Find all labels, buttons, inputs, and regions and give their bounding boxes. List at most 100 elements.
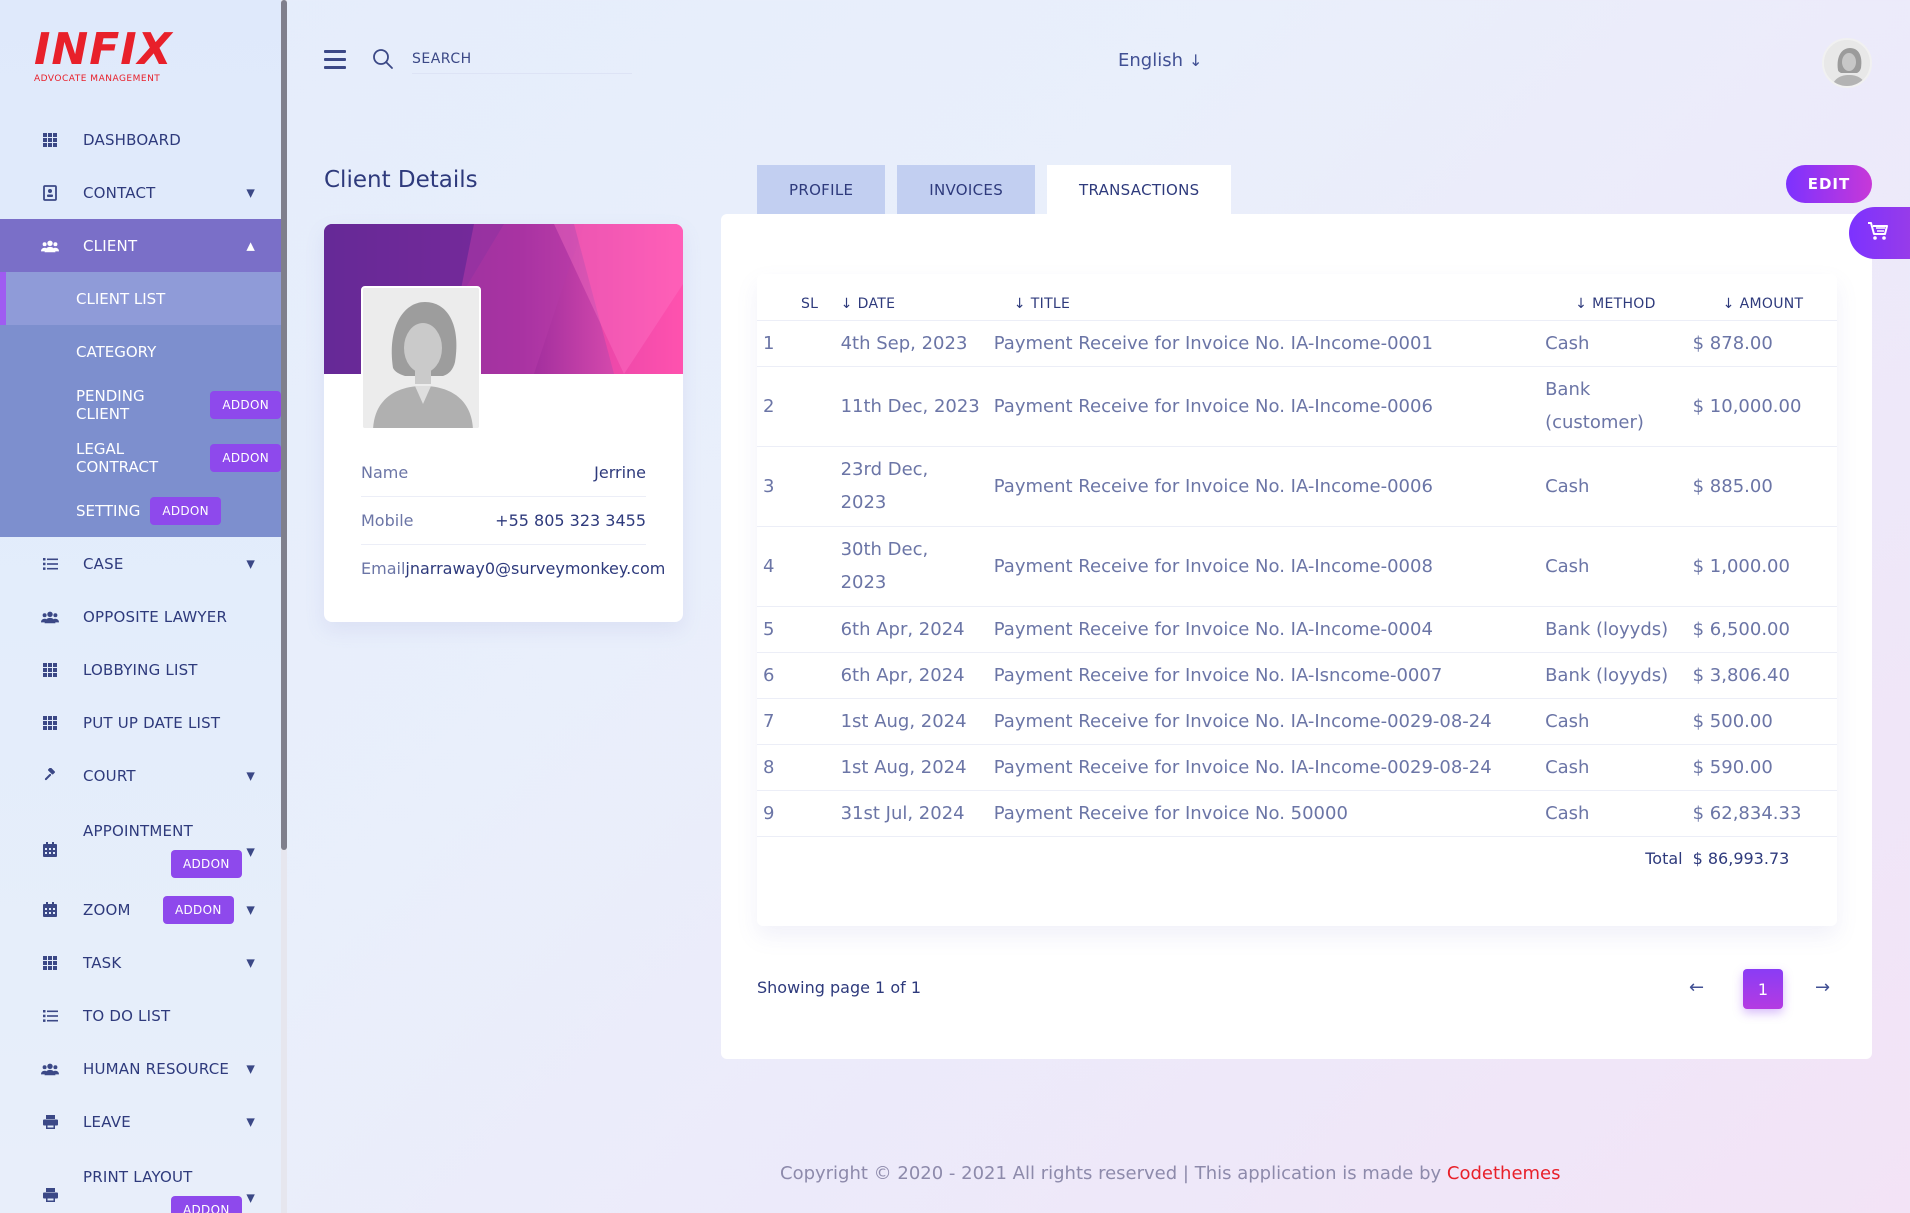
- client-email-row: Email jnarraway0@surveymonkey.com: [361, 544, 665, 592]
- chevron-down-icon: ▼: [246, 769, 255, 782]
- column-header-method[interactable]: ↓ METHOD: [1545, 274, 1693, 321]
- cell-date: 6th Apr, 2024: [840, 606, 980, 653]
- column-header-date[interactable]: ↓ DATE: [840, 274, 980, 321]
- addon-badge: ADDON: [171, 1196, 242, 1213]
- sidebar-item-client[interactable]: CLIENT ▲: [0, 219, 281, 272]
- sidebar-item-to-do-list[interactable]: TO DO LIST: [0, 989, 281, 1042]
- cart-button[interactable]: [1849, 207, 1910, 259]
- edit-button[interactable]: EDIT: [1786, 165, 1872, 203]
- cell-amount: $ 500.00: [1692, 698, 1837, 745]
- sidebar-item-lobbying-list[interactable]: LOBBYING LIST: [0, 643, 281, 696]
- logo-text: INFIX: [34, 24, 173, 75]
- addon-badge: ADDON: [210, 390, 281, 419]
- sidebar-item-label: ZOOM: [83, 900, 131, 919]
- sidebar-item-label: APPOINTMENT: [83, 822, 193, 840]
- column-header-label: TITLE: [1030, 295, 1071, 312]
- submenu-item-category[interactable]: CATEGORY: [0, 325, 281, 378]
- app-logo[interactable]: INFIX ADVOCATE MANAGEMENT: [34, 24, 173, 85]
- search-input[interactable]: [412, 44, 632, 74]
- table-row: 7 1st Aug, 2024 Payment Receive for Invo…: [757, 698, 1837, 745]
- sidebar-item-opposite-lawyer[interactable]: OPPOSITE LAWYER: [0, 590, 281, 643]
- sidebar-item-appointment[interactable]: APPOINTMENT ADDON ▼: [0, 802, 281, 883]
- submenu-item-label: PENDING CLIENT: [76, 386, 145, 423]
- tab-transactions[interactable]: TRANSACTIONS: [1047, 165, 1232, 215]
- column-header-title[interactable]: ↓ TITLE: [979, 274, 1546, 321]
- cell-sl: 1: [757, 320, 841, 367]
- sidebar-item-human-resource[interactable]: HUMAN RESOURCE ▼: [0, 1042, 281, 1095]
- sidebar-item-label: OPPOSITE LAWYER: [83, 607, 228, 626]
- transactions-table: SL ↓ DATE ↓ TITLE ↓ METHOD ↓ AMOUNT 1 4th Se…: [757, 274, 1837, 880]
- sidebar-item-label: PRINT LAYOUT: [83, 1168, 193, 1186]
- cell-sl: 2: [757, 366, 841, 447]
- total-amount: $ 86,993.73: [1692, 848, 1790, 868]
- cell-title: Payment Receive for Invoice No. IA-Incom…: [979, 446, 1546, 527]
- calendar-icon: [41, 840, 59, 858]
- submenu-item-client-list[interactable]: CLIENT LIST: [0, 272, 281, 325]
- search-icon[interactable]: [372, 48, 394, 74]
- table-row: 6 6th Apr, 2024 Payment Receive for Invo…: [757, 652, 1837, 699]
- sidebar-item-task[interactable]: TASK ▼: [0, 936, 281, 989]
- column-header-amount[interactable]: ↓ AMOUNT: [1692, 274, 1837, 321]
- transactions-table-card: SL ↓ DATE ↓ TITLE ↓ METHOD ↓ AMOUNT 1 4th Se…: [757, 274, 1837, 926]
- logo-tagline: ADVOCATE MANAGEMENT: [34, 74, 161, 84]
- menu-toggle-icon[interactable]: [324, 50, 346, 74]
- cell-amount: $ 590.00: [1692, 744, 1837, 791]
- cart-icon: [1867, 221, 1889, 245]
- cell-method: Bank (customer): [1545, 366, 1693, 447]
- footer-brand-link[interactable]: Codethemes: [1447, 1163, 1561, 1184]
- submenu-item-setting[interactable]: SETTING ADDON: [0, 484, 281, 537]
- user-avatar[interactable]: [1822, 38, 1872, 88]
- submenu-item-label: CATEGORY: [76, 342, 157, 361]
- chevron-down-icon: ▼: [246, 1115, 255, 1128]
- sidebar-item-put-up-date-list[interactable]: PUT UP DATE LIST: [0, 696, 281, 749]
- cell-amount: $ 1,000.00: [1692, 526, 1837, 607]
- cell-amount: $ 6,500.00: [1692, 606, 1837, 653]
- language-selector[interactable]: English ↓: [1118, 50, 1202, 71]
- sidebar-item-label: COURT: [83, 766, 136, 785]
- cell-amount: $ 885.00: [1692, 446, 1837, 527]
- sidebar-item-dashboard[interactable]: DASHBOARD: [0, 113, 281, 166]
- tab-profile[interactable]: PROFILE: [757, 165, 886, 215]
- pagination: ← 1 →: [1509, 969, 1830, 1009]
- sidebar-item-zoom[interactable]: ZOOM ADDON ▼: [0, 883, 281, 936]
- submenu-item-pending-client[interactable]: PENDING CLIENT ADDON: [0, 378, 281, 431]
- client-submenu: CLIENT LIST CATEGORY PENDING CLIENT ADDO…: [0, 272, 281, 537]
- addon-badge: ADDON: [163, 895, 234, 924]
- column-header-label: METHOD: [1592, 295, 1656, 312]
- cell-date: 6th Apr, 2024: [840, 652, 980, 699]
- sidebar-scrollbar-thumb[interactable]: [281, 0, 287, 850]
- client-mobile: +55 805 323 3455: [495, 511, 646, 530]
- sidebar-item-label: TASK: [83, 953, 122, 972]
- addon-badge: ADDON: [210, 443, 281, 472]
- cell-method: Cash: [1545, 744, 1693, 791]
- chevron-down-icon: ▼: [246, 1191, 255, 1205]
- sidebar-item-leave[interactable]: LEAVE ▼: [0, 1095, 281, 1148]
- tab-invoices[interactable]: INVOICES: [897, 165, 1036, 215]
- users-icon: [41, 608, 59, 626]
- table-row: 3 23rd Dec, 2023 Payment Receive for Inv…: [757, 446, 1837, 527]
- sidebar-item-contact[interactable]: CONTACT ▼: [0, 166, 281, 219]
- column-header-label: AMOUNT: [1739, 295, 1804, 312]
- cell-title: Payment Receive for Invoice No. IA-Incom…: [979, 366, 1546, 447]
- addon-badge: ADDON: [171, 850, 242, 878]
- email-label: Email: [361, 558, 406, 578]
- cell-amount: $ 10,000.00: [1692, 366, 1837, 447]
- sidebar-item-court[interactable]: COURT ▼: [0, 749, 281, 802]
- cell-date: 11th Dec, 2023: [840, 366, 980, 447]
- next-page-arrow-icon[interactable]: →: [1815, 977, 1830, 998]
- sidebar-item-print-layout[interactable]: PRINT LAYOUT ADDON ▼: [0, 1148, 281, 1213]
- column-header-sl[interactable]: SL: [757, 274, 841, 321]
- sort-arrow-icon: ↓: [1722, 295, 1735, 312]
- cell-method: Cash: [1545, 320, 1693, 367]
- calendar-icon: [41, 901, 59, 919]
- page-button-current[interactable]: 1: [1743, 969, 1783, 1009]
- sidebar-item-case[interactable]: CASE ▼: [0, 537, 281, 590]
- prev-page-arrow-icon[interactable]: ←: [1689, 977, 1704, 998]
- table-row: 4 30th Dec, 2023 Payment Receive for Inv…: [757, 526, 1837, 607]
- client-mobile-row: Mobile +55 805 323 3455: [361, 497, 646, 545]
- submenu-item-legal-contract[interactable]: LEGAL CONTRACT ADDON: [0, 431, 281, 484]
- client-email: jnarraway0@surveymonkey.com: [405, 558, 666, 578]
- table-header-row: SL ↓ DATE ↓ TITLE ↓ METHOD ↓ AMOUNT: [757, 274, 1837, 321]
- cell-title: Payment Receive for Invoice No. IA-Incom…: [979, 526, 1546, 607]
- transactions-panel: SL ↓ DATE ↓ TITLE ↓ METHOD ↓ AMOUNT 1 4th Se…: [721, 214, 1872, 1059]
